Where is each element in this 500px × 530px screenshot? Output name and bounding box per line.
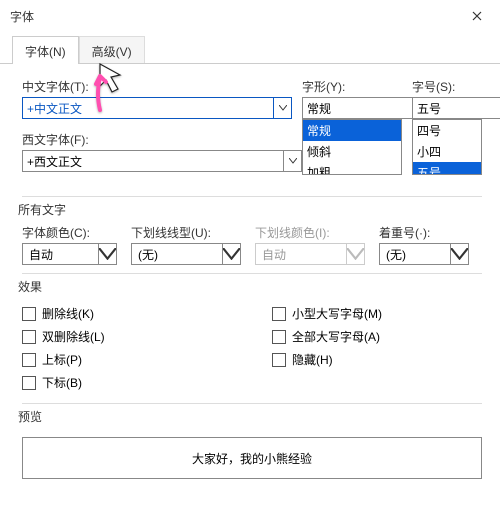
- ulcolor-combo: 自动: [255, 243, 365, 265]
- style-option-italic[interactable]: 倾斜: [303, 141, 401, 162]
- en-font-combo[interactable]: [22, 150, 302, 172]
- color-dropdown[interactable]: [99, 243, 117, 265]
- emphasis-dropdown[interactable]: [451, 243, 469, 265]
- size-option-2[interactable]: 五号: [413, 162, 481, 175]
- ulcolor-label: 下划线颜色(I):: [255, 224, 365, 241]
- checkbox-icon: [272, 353, 286, 367]
- checkbox-icon: [22, 353, 36, 367]
- checkbox-icon: [22, 307, 36, 321]
- emphasis-label: 着重号(·):: [379, 224, 469, 241]
- check-hidden[interactable]: 隐藏(H): [272, 351, 482, 368]
- preview-text: 大家好，我的小熊经验: [192, 450, 312, 467]
- cn-font-dropdown[interactable]: [274, 97, 292, 119]
- size-input[interactable]: [412, 97, 500, 119]
- emphasis-value: (无): [379, 243, 451, 265]
- chevron-down-icon: [223, 248, 240, 261]
- underline-value: (无): [131, 243, 223, 265]
- style-option-regular[interactable]: 常规: [303, 120, 401, 141]
- check-sub[interactable]: 下标(B): [22, 374, 232, 391]
- checkbox-icon: [272, 330, 286, 344]
- cn-font-input[interactable]: [22, 97, 274, 119]
- size-label: 字号(S):: [412, 78, 482, 95]
- chevron-down-icon: [99, 248, 116, 261]
- color-combo[interactable]: 自动: [22, 243, 117, 265]
- check-smallcaps[interactable]: 小型大写字母(M): [272, 305, 482, 322]
- check-dblstrike[interactable]: 双删除线(L): [22, 328, 232, 345]
- en-font-input[interactable]: [22, 150, 284, 172]
- underline-dropdown[interactable]: [223, 243, 241, 265]
- chevron-down-icon: [289, 158, 297, 164]
- close-icon: [472, 11, 482, 21]
- chevron-down-icon: [347, 248, 364, 261]
- underline-combo[interactable]: (无): [131, 243, 241, 265]
- color-value: 自动: [22, 243, 99, 265]
- chevron-down-icon: [279, 105, 287, 111]
- style-listbox[interactable]: 常规 倾斜 加粗: [302, 119, 402, 175]
- tab-font[interactable]: 字体(N): [12, 36, 79, 64]
- all-text-head: 所有文字: [18, 201, 70, 218]
- style-label: 字形(Y):: [302, 78, 402, 95]
- chevron-down-icon: [451, 248, 468, 261]
- color-label: 字体颜色(C):: [22, 224, 117, 241]
- check-allcaps[interactable]: 全部大写字母(A): [272, 328, 482, 345]
- style-option-bold[interactable]: 加粗: [303, 162, 401, 175]
- style-combo[interactable]: [302, 97, 402, 119]
- checkbox-icon: [272, 307, 286, 321]
- size-option-1[interactable]: 小四: [413, 141, 481, 162]
- window-title: 字体: [10, 8, 454, 25]
- ulcolor-value: 自动: [255, 243, 347, 265]
- underline-label: 下划线线型(U):: [131, 224, 241, 241]
- preview-head: 预览: [18, 408, 46, 425]
- cn-font-combo[interactable]: [22, 97, 292, 119]
- check-strike[interactable]: 删除线(K): [22, 305, 232, 322]
- checkbox-icon: [22, 330, 36, 344]
- check-sup[interactable]: 上标(P): [22, 351, 232, 368]
- size-combo[interactable]: [412, 97, 482, 119]
- size-option-0[interactable]: 四号: [413, 120, 481, 141]
- effects-checks: 删除线(K) 小型大写字母(M) 双删除线(L) 全部大写字母(A) 上标(P)…: [22, 305, 482, 391]
- close-button[interactable]: [454, 0, 500, 32]
- tab-advanced[interactable]: 高级(V): [79, 36, 145, 64]
- ulcolor-dropdown: [347, 243, 365, 265]
- effects-head: 效果: [18, 278, 46, 295]
- tabs: 字体(N) 高级(V): [0, 36, 500, 64]
- en-font-dropdown[interactable]: [284, 150, 302, 172]
- cn-font-label: 中文字体(T):: [22, 78, 292, 95]
- preview-box: 大家好，我的小熊经验: [22, 437, 482, 479]
- checkbox-icon: [22, 376, 36, 390]
- emphasis-combo[interactable]: (无): [379, 243, 469, 265]
- titlebar: 字体: [0, 0, 500, 32]
- size-listbox[interactable]: 四号 小四 五号: [412, 119, 482, 175]
- en-font-label: 西文字体(F):: [22, 131, 302, 148]
